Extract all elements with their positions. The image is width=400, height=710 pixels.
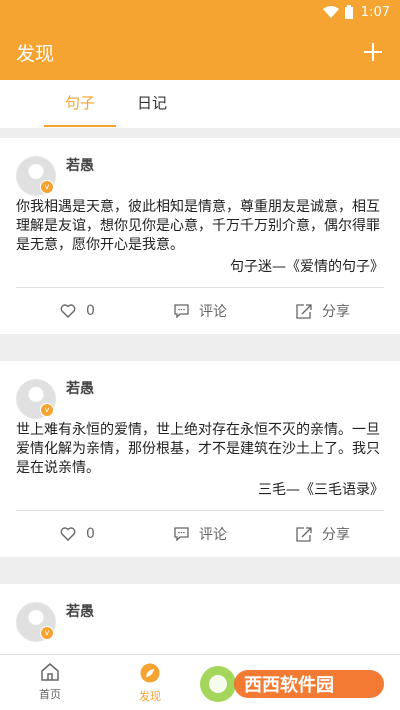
- home-icon: [41, 663, 59, 681]
- tab-sentences[interactable]: 句子: [44, 80, 116, 128]
- watermark-text: 西西软件园: [244, 674, 334, 696]
- like-count: 0: [86, 303, 95, 319]
- watermark-subtext: CR173.COM: [318, 698, 360, 706]
- verified-badge: v: [40, 180, 54, 194]
- tab-diary[interactable]: 日记: [122, 80, 182, 128]
- post-card: v 若愚 世上难有永恒的爱情，世上绝对存在永恒不灭的亲情。一旦爱情化解为亲情，那…: [0, 361, 400, 557]
- post-content[interactable]: 你我相遇是天意，彼此相知是情意，尊重朋友是诚意，相互理解是友谊，想你见你是心意，…: [16, 198, 386, 255]
- share-label: 分享: [322, 304, 350, 320]
- comment-label: 评论: [199, 527, 227, 543]
- post-actions: 0 评论 分享: [0, 511, 400, 557]
- tab-indicator: [44, 125, 116, 127]
- heart-icon: [60, 527, 76, 541]
- like-button[interactable]: 0: [60, 524, 95, 544]
- post-source: 句子迷—《爱情的句子》: [230, 259, 384, 275]
- compass-icon: [140, 663, 160, 683]
- watermark-logo: 西西软件园 CR173.COM: [200, 666, 384, 706]
- like-button[interactable]: 0: [60, 301, 95, 321]
- post-source: 三毛—《三毛语录》: [258, 482, 384, 498]
- post-author[interactable]: 若愚: [66, 378, 94, 398]
- status-bar: 1:07: [0, 0, 400, 24]
- add-icon[interactable]: [362, 41, 384, 63]
- comment-icon: [174, 527, 189, 541]
- like-count: 0: [86, 526, 95, 542]
- wifi-icon: [322, 6, 339, 18]
- comment-icon: [174, 304, 189, 318]
- comment-button[interactable]: 评论: [174, 524, 227, 544]
- nav-discover[interactable]: 发现: [120, 663, 180, 704]
- nav-home-label: 首页: [39, 688, 61, 701]
- nav-discover-label: 发现: [139, 690, 161, 703]
- post-author[interactable]: 若愚: [66, 601, 94, 621]
- status-time: 1:07: [360, 4, 390, 20]
- post-actions: 0 评论 分享: [0, 288, 400, 334]
- heart-icon: [60, 304, 76, 318]
- share-icon: [296, 526, 312, 542]
- verified-badge: v: [40, 626, 54, 640]
- share-label: 分享: [322, 527, 350, 543]
- tab-bar: 句子 日记: [0, 80, 400, 128]
- comment-button[interactable]: 评论: [174, 301, 227, 321]
- share-icon: [296, 303, 312, 319]
- post-author[interactable]: 若愚: [66, 155, 94, 175]
- share-button[interactable]: 分享: [296, 301, 350, 321]
- post-card: v 若愚: [0, 584, 400, 654]
- post-content[interactable]: 世上难有永恒的爱情，世上绝对存在永恒不灭的亲情。一旦爱情化解为亲情，那份根基，才…: [16, 421, 386, 478]
- post-card: v 若愚 你我相遇是天意，彼此相知是情意，尊重朋友是诚意，相互理解是友谊，想你见…: [0, 138, 400, 334]
- app-bar: 发现: [0, 24, 400, 80]
- nav-home[interactable]: 首页: [20, 663, 80, 702]
- battery-icon: [344, 5, 353, 19]
- share-button[interactable]: 分享: [296, 524, 350, 544]
- comment-label: 评论: [199, 304, 227, 320]
- page-title: 发现: [16, 42, 55, 65]
- verified-badge: v: [40, 403, 54, 417]
